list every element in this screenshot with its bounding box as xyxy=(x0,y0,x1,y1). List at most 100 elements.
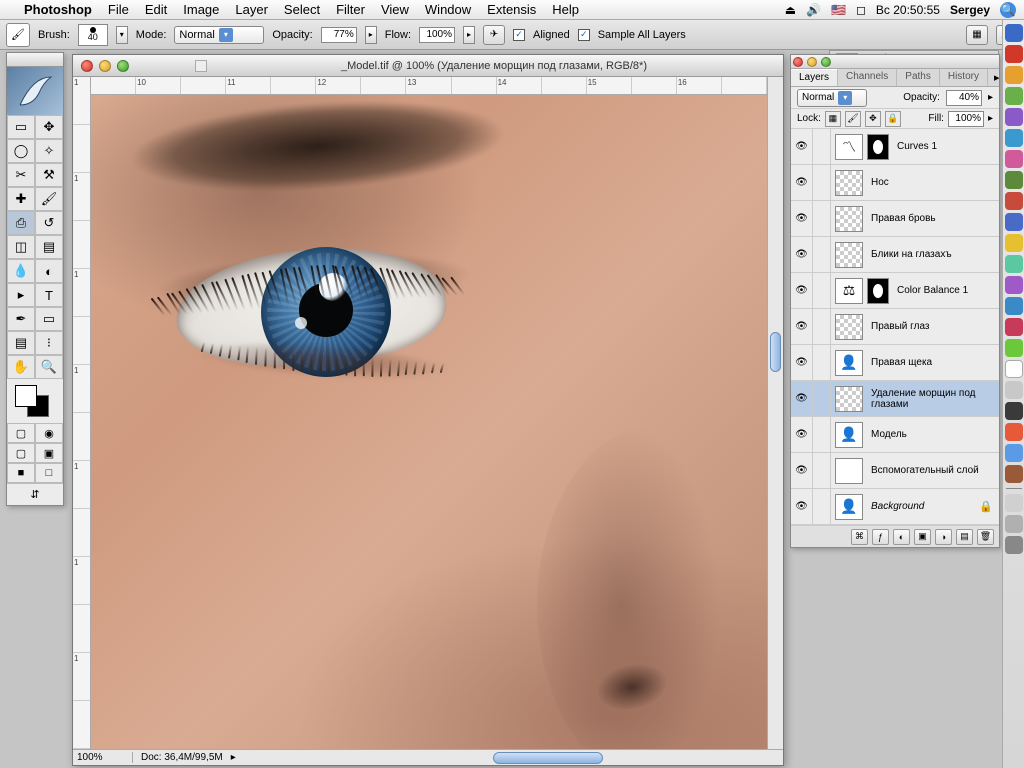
screen-mode-4[interactable]: □ xyxy=(35,463,63,483)
tab-layers[interactable]: Layers xyxy=(791,69,838,86)
dock-app-icon[interactable] xyxy=(1005,276,1023,294)
jump-to-imageready[interactable]: ⇵ xyxy=(7,483,63,505)
layer-name[interactable]: Background xyxy=(867,501,979,512)
dock-app-icon[interactable] xyxy=(1005,150,1023,168)
palette-close-button[interactable] xyxy=(793,57,803,67)
layer-thumbnail[interactable]: 👤 xyxy=(835,494,863,520)
window-titlebar[interactable]: _Model.tif @ 100% (Удаление морщин под г… xyxy=(73,55,783,77)
layer-name[interactable]: Нос xyxy=(867,177,999,188)
spotlight-icon[interactable]: 🔍 xyxy=(1000,2,1016,18)
layer-thumbnail[interactable]: ⚖ xyxy=(835,278,863,304)
visibility-toggle-icon[interactable]: 👁 xyxy=(791,309,813,344)
dock-app-icon[interactable] xyxy=(1005,234,1023,252)
path-select-tool[interactable]: ▸ xyxy=(7,283,35,307)
layer-row[interactable]: 👁 〽 Curves 1 xyxy=(791,129,999,165)
menu-select[interactable]: Select xyxy=(284,2,320,17)
type-tool[interactable]: T xyxy=(35,283,63,307)
dock-trash-icon[interactable] xyxy=(1005,536,1023,554)
dock-app-icon[interactable] xyxy=(1005,108,1023,126)
dock-app-icon[interactable] xyxy=(1005,444,1023,462)
scroll-thumb[interactable] xyxy=(770,332,781,372)
shape-tool[interactable]: ▭ xyxy=(35,307,63,331)
marquee-tool[interactable]: ▭ xyxy=(7,115,35,139)
toolbox-drag-handle[interactable] xyxy=(7,53,63,67)
layer-thumbnail[interactable] xyxy=(835,386,863,412)
close-button[interactable] xyxy=(81,60,93,72)
dock-app-icon[interactable] xyxy=(1005,297,1023,315)
user-menu[interactable]: Sergey xyxy=(950,3,990,17)
hand-tool[interactable]: ✋ xyxy=(7,355,35,379)
vertical-ruler[interactable]: 1 1 1 1 1 1 1 xyxy=(73,77,91,749)
layer-thumbnail[interactable] xyxy=(835,314,863,340)
fill-slider-arrow[interactable]: ▸ xyxy=(988,113,993,124)
zoom-field[interactable]: 100% xyxy=(73,752,133,763)
horizontal-ruler[interactable]: 10 11 12 13 14 15 16 xyxy=(91,77,767,95)
info-arrow-icon[interactable]: ▸ xyxy=(231,752,236,763)
zoom-button[interactable] xyxy=(117,60,129,72)
layer-thumbnail[interactable] xyxy=(835,458,863,484)
dock-app-icon[interactable] xyxy=(1005,192,1023,210)
palette-drag-handle[interactable] xyxy=(791,55,999,69)
blur-tool[interactable]: 💧 xyxy=(7,259,35,283)
dock-app-icon[interactable] xyxy=(1005,45,1023,63)
proxy-icon[interactable] xyxy=(195,60,207,72)
canvas[interactable] xyxy=(91,95,767,749)
pen-tool[interactable]: ✒ xyxy=(7,307,35,331)
crop-tool[interactable]: ✂ xyxy=(7,163,35,187)
layer-row[interactable]: 👁 👤 Правая щека xyxy=(791,345,999,381)
lasso-tool[interactable]: ◯ xyxy=(7,139,35,163)
menu-window[interactable]: Window xyxy=(425,2,471,17)
layer-name[interactable]: Правая бровь xyxy=(867,213,999,224)
dock-app-icon[interactable] xyxy=(1005,318,1023,336)
layer-name[interactable]: Правый глаз xyxy=(867,321,999,332)
layer-thumbnail[interactable]: 👤 xyxy=(835,422,863,448)
layer-row[interactable]: 👁 Правый глаз xyxy=(791,309,999,345)
sample-all-checkbox[interactable]: ✓ xyxy=(578,29,590,41)
layer-thumbnail[interactable]: 〽 xyxy=(835,134,863,160)
gradient-tool[interactable]: ▤ xyxy=(35,235,63,259)
flow-input[interactable] xyxy=(419,27,455,43)
dodge-tool[interactable]: ◐ xyxy=(35,259,63,283)
layer-name[interactable]: Curves 1 xyxy=(893,141,999,152)
fill-input[interactable] xyxy=(948,111,984,127)
dock-folder-icon[interactable] xyxy=(1005,515,1023,533)
layer-row[interactable]: 👁 Удаление морщин под глазами xyxy=(791,381,999,417)
layer-name[interactable]: Правая щека xyxy=(867,357,999,368)
link-column[interactable] xyxy=(813,201,831,236)
history-brush-tool[interactable]: ↺ xyxy=(35,211,63,235)
menu-help[interactable]: Help xyxy=(552,2,579,17)
brush-tool[interactable]: 🖌 xyxy=(35,187,63,211)
layer-opacity-input[interactable] xyxy=(946,90,982,106)
visibility-toggle-icon[interactable]: 👁 xyxy=(791,165,813,200)
link-column[interactable] xyxy=(813,381,831,416)
layer-name[interactable]: Вспомогательный слой xyxy=(867,465,999,476)
layer-row[interactable]: 👁 👤 Background 🔒 xyxy=(791,489,999,525)
lock-pixels-icon[interactable]: 🖌 xyxy=(845,111,861,127)
dock-finder-icon[interactable] xyxy=(1005,24,1023,42)
eject-icon[interactable]: ⏏ xyxy=(785,3,796,17)
opacity-slider-arrow[interactable]: ▸ xyxy=(988,92,993,103)
layer-row[interactable]: 👁 Правая бровь xyxy=(791,201,999,237)
opacity-input[interactable] xyxy=(321,27,357,43)
tab-paths[interactable]: Paths xyxy=(897,69,940,86)
layer-row[interactable]: 👁 Вспомогательный слой xyxy=(791,453,999,489)
dock-app-icon[interactable] xyxy=(1005,381,1023,399)
dock-folder-icon[interactable] xyxy=(1005,494,1023,512)
visibility-toggle-icon[interactable]: 👁 xyxy=(791,129,813,164)
menu-file[interactable]: File xyxy=(108,2,129,17)
quickmask-mode-button[interactable]: ◉ xyxy=(35,423,63,443)
flow-arrow[interactable]: ▸ xyxy=(463,26,475,44)
notes-tool[interactable]: ▤ xyxy=(7,331,35,355)
clock[interactable]: Вс 20:50:55 xyxy=(876,3,940,17)
brush-picker-arrow[interactable]: ▾ xyxy=(116,26,128,44)
aligned-checkbox[interactable]: ✓ xyxy=(513,29,525,41)
dock-app-icon[interactable] xyxy=(1005,66,1023,84)
link-column[interactable] xyxy=(813,489,831,524)
lock-transparency-icon[interactable]: ▦ xyxy=(825,111,841,127)
lock-all-icon[interactable]: 🔒 xyxy=(885,111,901,127)
screen-mode-3[interactable]: ■ xyxy=(7,463,35,483)
dock-app-icon[interactable] xyxy=(1005,171,1023,189)
palette-minimize-button[interactable] xyxy=(807,57,817,67)
new-layer-icon[interactable]: ▤ xyxy=(956,529,973,545)
zoom-tool[interactable]: 🔍 xyxy=(35,355,63,379)
